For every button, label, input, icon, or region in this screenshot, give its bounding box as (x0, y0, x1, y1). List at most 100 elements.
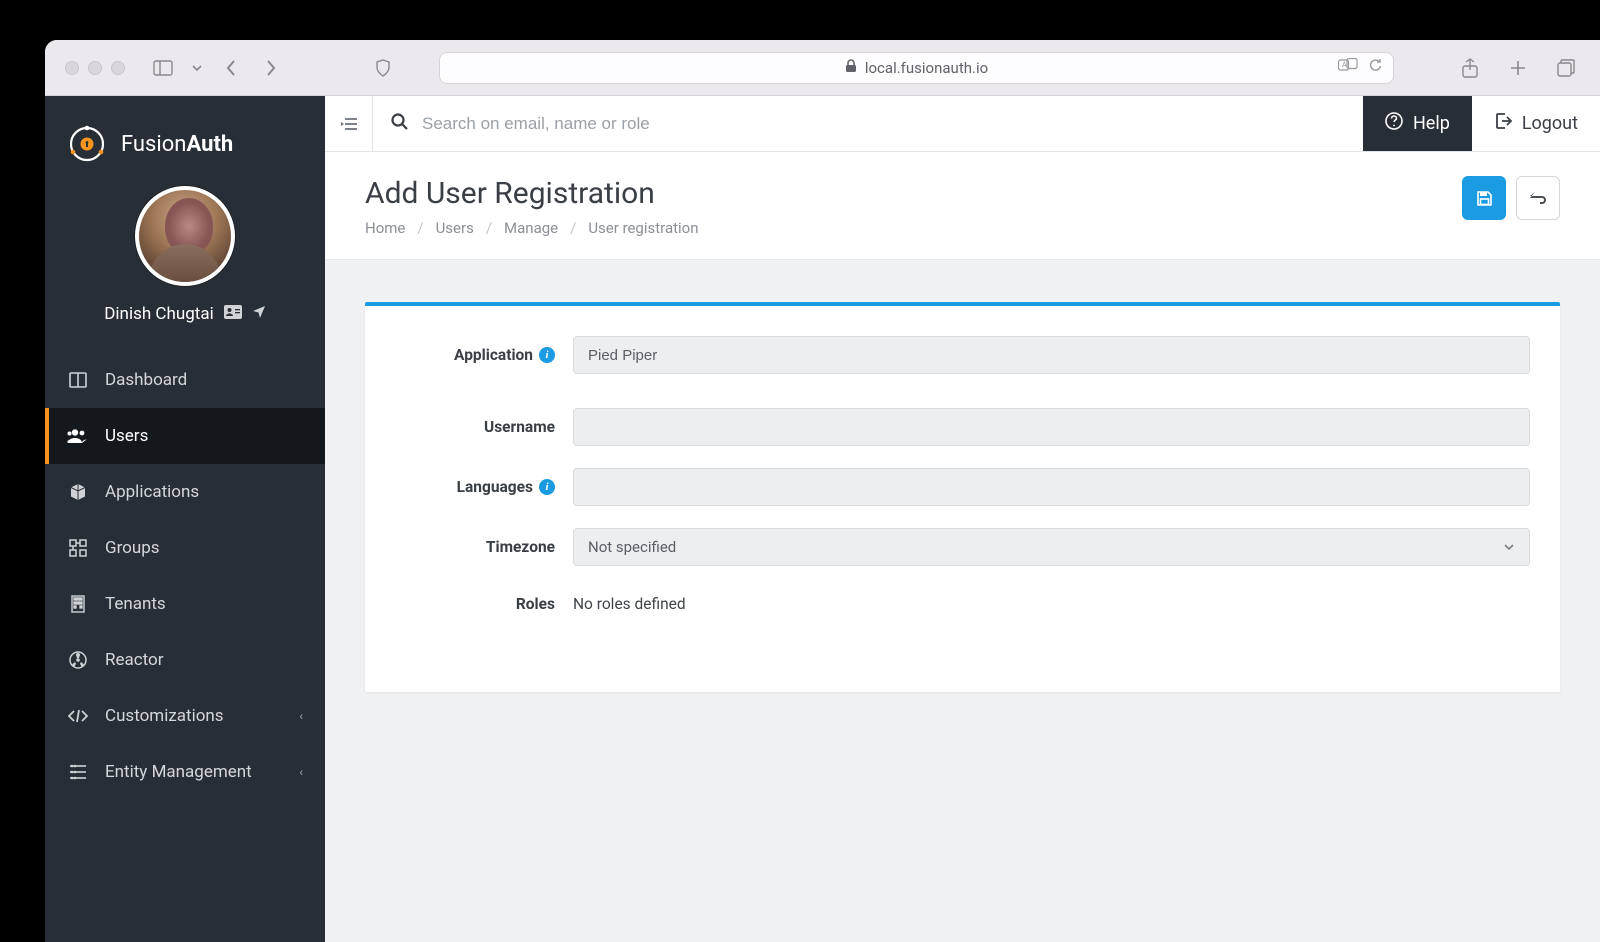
browser-toolbar: local.fusionauth.io A (45, 40, 1600, 96)
breadcrumb-separator: / (486, 219, 492, 237)
timezone-value: Not specified (588, 538, 676, 556)
label-application: Application i (395, 346, 573, 364)
chevron-down-icon (1503, 540, 1515, 555)
address-url: local.fusionauth.io (865, 59, 988, 77)
sidebar-item-label: Dashboard (105, 370, 187, 390)
building-icon (67, 595, 89, 613)
window-maximize-icon[interactable] (111, 61, 125, 75)
dashboard-icon (67, 372, 89, 388)
topbar: Help Logout (325, 96, 1600, 152)
translate-icon[interactable]: A (1338, 58, 1358, 77)
help-button[interactable]: Help (1363, 96, 1472, 151)
breadcrumb-item[interactable]: Home (365, 219, 405, 237)
groups-icon (67, 539, 89, 557)
sidebar: FusionAuth Dinish Chugtai (45, 96, 325, 942)
sidebar-item-label: Reactor (105, 650, 164, 670)
window-minimize-icon[interactable] (88, 61, 102, 75)
search-area (373, 96, 1363, 151)
location-arrow-icon[interactable] (252, 305, 266, 323)
svg-text:A: A (1342, 61, 1347, 69)
sidebar-item-label: Tenants (105, 594, 166, 614)
share-icon[interactable] (1456, 54, 1484, 82)
sidebar-item-label: Applications (105, 482, 199, 502)
cube-icon (67, 483, 89, 501)
logout-button[interactable]: Logout (1472, 96, 1600, 151)
field-username: Username (395, 408, 1530, 446)
breadcrumb-separator: / (417, 219, 423, 237)
label-timezone: Timezone (395, 538, 573, 556)
sidebar-item-dashboard[interactable]: Dashboard (45, 352, 325, 408)
sidebar-item-tenants[interactable]: Tenants (45, 576, 325, 632)
logout-icon (1494, 112, 1512, 135)
label-username: Username (395, 418, 573, 436)
brand[interactable]: FusionAuth (45, 96, 325, 178)
avatar[interactable] (135, 186, 235, 286)
reactor-icon (67, 651, 89, 669)
lock-icon (845, 59, 857, 77)
reload-icon[interactable] (1368, 58, 1383, 77)
sidebar-toggle-icon[interactable] (149, 54, 177, 82)
timezone-select[interactable]: Not specified (573, 528, 1530, 566)
application-input[interactable] (573, 336, 1530, 374)
search-icon (391, 113, 408, 134)
breadcrumb-separator: / (570, 219, 576, 237)
page-actions (1462, 176, 1560, 220)
brand-logo-icon (65, 122, 109, 166)
nav-back-icon[interactable] (217, 54, 245, 82)
breadcrumb: Home / Users / Manage / User registratio… (365, 219, 699, 237)
sidebar-item-label: Users (105, 426, 148, 446)
collapse-sidebar-button[interactable] (325, 96, 373, 151)
info-icon[interactable]: i (539, 347, 555, 363)
form-panel: Application i Username (365, 302, 1560, 692)
sidebar-item-customizations[interactable]: Customizations ‹ (45, 688, 325, 744)
sidebar-item-entity-management[interactable]: Entity Management ‹ (45, 744, 325, 800)
shield-icon[interactable] (369, 54, 397, 82)
page-title: Add User Registration (365, 176, 699, 211)
sidebar-item-label: Entity Management (105, 762, 252, 782)
sidebar-item-label: Customizations (105, 706, 224, 726)
username-input[interactable] (573, 408, 1530, 446)
logout-label: Logout (1522, 113, 1578, 134)
sidebar-item-reactor[interactable]: Reactor (45, 632, 325, 688)
browser-window: local.fusionauth.io A (45, 40, 1600, 942)
address-bar[interactable]: local.fusionauth.io A (439, 52, 1394, 84)
profile-name: Dinish Chugtai (104, 304, 213, 324)
sidebar-item-groups[interactable]: Groups (45, 520, 325, 576)
info-icon[interactable]: i (539, 479, 555, 495)
sidebar-item-users[interactable]: Users (45, 408, 325, 464)
field-timezone: Timezone Not specified (395, 528, 1530, 566)
field-application: Application i (395, 336, 1530, 374)
back-arrow-icon (1529, 191, 1547, 205)
field-languages: Languages i (395, 468, 1530, 506)
help-icon (1385, 112, 1403, 135)
help-label: Help (1413, 113, 1450, 134)
breadcrumb-item[interactable]: Users (436, 219, 474, 237)
app: FusionAuth Dinish Chugtai (45, 96, 1600, 942)
breadcrumb-item[interactable]: Manage (504, 219, 558, 237)
profile-section: Dinish Chugtai (45, 178, 325, 346)
nav-forward-icon[interactable] (257, 54, 285, 82)
code-icon (67, 709, 89, 723)
profile-name-row: Dinish Chugtai (104, 304, 265, 324)
back-button[interactable] (1516, 176, 1560, 220)
sidebar-item-label: Groups (105, 538, 160, 558)
search-input[interactable] (422, 114, 1345, 134)
tabs-overview-icon[interactable] (1552, 54, 1580, 82)
users-icon (67, 428, 89, 444)
roles-value: No roles defined (573, 588, 1530, 620)
page-header: Add User Registration Home / Users / Man… (325, 152, 1600, 260)
content-area: Application i Username (325, 260, 1600, 942)
languages-input[interactable] (573, 468, 1530, 506)
window-close-icon[interactable] (65, 61, 79, 75)
save-button[interactable] (1462, 176, 1506, 220)
save-icon (1476, 190, 1493, 207)
new-tab-icon[interactable] (1504, 54, 1532, 82)
brand-name: FusionAuth (121, 132, 233, 157)
sidebar-nav: Dashboard Users Applications (45, 352, 325, 800)
label-roles: Roles (395, 595, 573, 613)
sidebar-item-applications[interactable]: Applications (45, 464, 325, 520)
chevron-down-icon[interactable] (189, 54, 205, 82)
vcard-icon[interactable] (224, 305, 242, 323)
label-languages: Languages i (395, 478, 573, 496)
breadcrumb-item: User registration (588, 219, 698, 237)
